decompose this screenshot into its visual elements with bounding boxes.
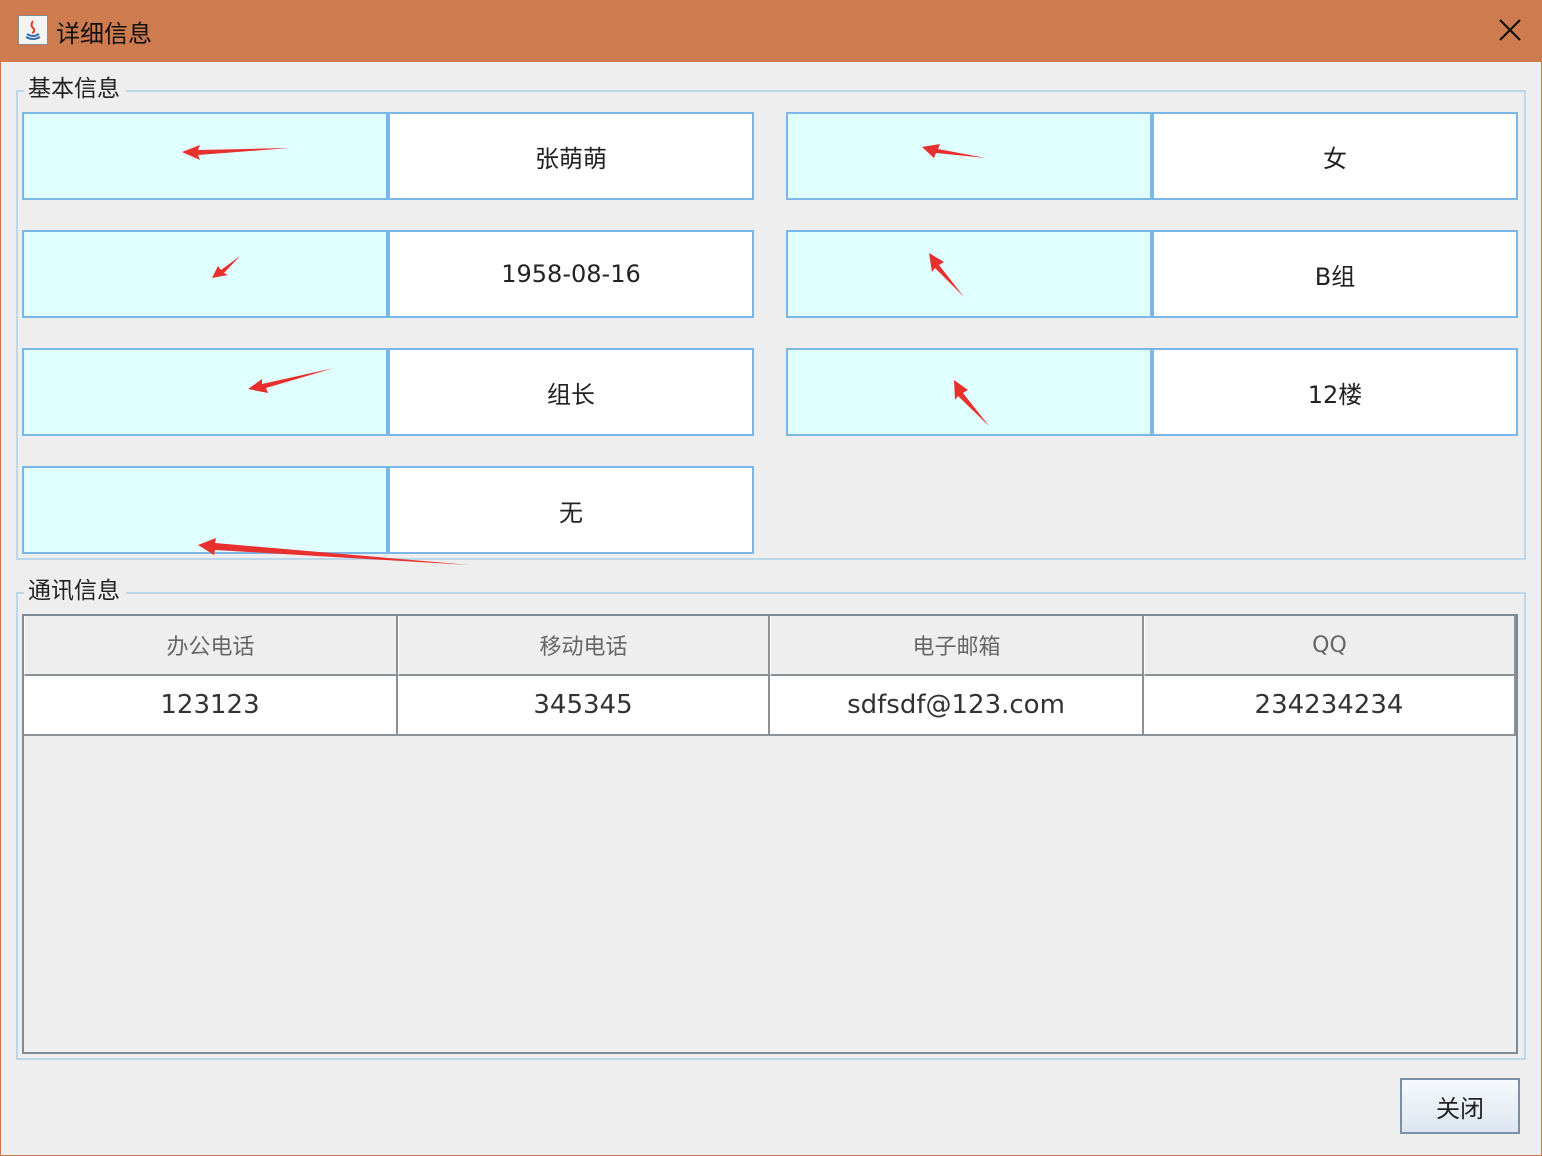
value-birthdate: 1958-08-16 — [388, 230, 754, 318]
table-cell-qq[interactable]: 234234234 — [1144, 676, 1516, 736]
table-cell-email[interactable]: sdfsdf@123.com — [770, 676, 1144, 736]
column-header-email[interactable]: 电子邮箱 — [770, 616, 1144, 676]
value-office: 12楼 — [1152, 348, 1518, 436]
contact-table[interactable]: 办公电话 移动电话 电子邮箱 QQ 123123 345345 sdfsdf@1… — [22, 614, 1518, 1054]
contact-info-title: 通讯信息 — [24, 577, 126, 605]
java-app-icon — [18, 15, 48, 45]
label-cell-office — [786, 348, 1152, 436]
column-header-qq[interactable]: QQ — [1144, 616, 1516, 676]
label-cell-name — [22, 112, 388, 200]
table-cell-office-phone[interactable]: 123123 — [24, 676, 398, 736]
title-bar[interactable]: 详细信息 — [0, 0, 1542, 62]
label-cell-birthdate — [22, 230, 388, 318]
value-name: 张萌萌 — [388, 112, 754, 200]
window-title: 详细信息 — [56, 20, 152, 48]
table-cell-mobile-phone[interactable]: 345345 — [398, 676, 770, 736]
value-gender: 女 — [1152, 112, 1518, 200]
value-position: 组长 — [388, 348, 754, 436]
basic-info-title: 基本信息 — [24, 75, 126, 103]
label-cell-position — [22, 348, 388, 436]
close-button[interactable]: 关闭 — [1400, 1078, 1520, 1134]
value-remark: 无 — [388, 466, 754, 554]
column-header-office-phone[interactable]: 办公电话 — [24, 616, 398, 676]
label-cell-group — [786, 230, 1152, 318]
close-icon[interactable] — [1492, 12, 1528, 48]
column-header-mobile-phone[interactable]: 移动电话 — [398, 616, 770, 676]
label-cell-gender — [786, 112, 1152, 200]
label-cell-remark — [22, 466, 388, 554]
value-group: B组 — [1152, 230, 1518, 318]
